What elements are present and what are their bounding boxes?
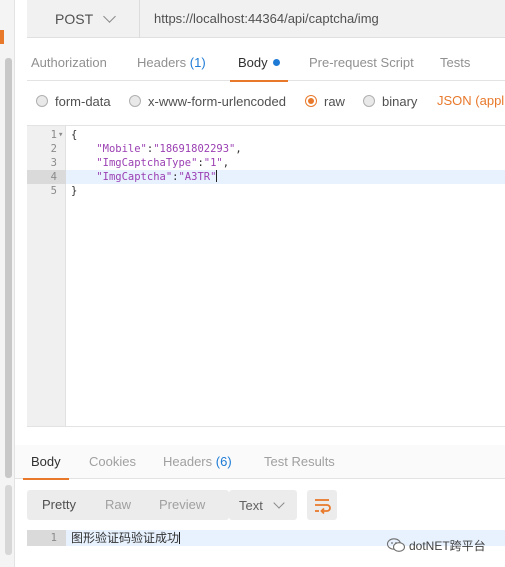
view-pretty-button[interactable]: Pretty: [42, 490, 76, 520]
json-comma: ,: [222, 157, 230, 169]
resp-tab-test-results[interactable]: Test Results: [264, 445, 335, 479]
tab-pre-request-script[interactable]: Pre-request Script: [309, 44, 414, 81]
line-number: 4: [50, 171, 57, 183]
tab-label: Test Results: [264, 454, 335, 469]
radio-button[interactable]: [129, 95, 141, 107]
radio-button-selected[interactable]: [305, 95, 317, 107]
tab-label: Pre-request Script: [309, 55, 414, 70]
request-scrollbar[interactable]: [5, 58, 12, 478]
view-preview-button[interactable]: Preview: [159, 490, 205, 520]
tab-label: Headers: [163, 454, 213, 469]
code-text: "ImgCaptcha":"A3TR": [71, 170, 218, 184]
line-number: 3: [50, 157, 57, 169]
code-text: {: [71, 129, 78, 141]
json-comma: ,: [235, 143, 242, 155]
code-text: }: [71, 185, 78, 197]
watermark: dotNET跨平台: [386, 537, 486, 553]
json-value: "18691802293": [153, 143, 236, 155]
format-label: Text: [239, 497, 263, 513]
line-number: 1: [50, 129, 57, 141]
url-bar: POST https://localhost:44364/api/captcha…: [27, 0, 505, 38]
code-line-active: 4 "ImgCaptcha":"A3TR": [27, 170, 505, 184]
response-body-text: 图形验证码验证成功: [71, 530, 181, 546]
wrap-lines-icon: [315, 499, 331, 515]
response-text: 图形验证码验证成功: [71, 531, 180, 545]
code-line: 5 }: [27, 184, 505, 198]
chevron-down-icon: [273, 496, 285, 509]
content-type-select[interactable]: JSON (applic: [437, 88, 505, 114]
radio-label: form-data: [55, 93, 111, 109]
tab-label: Body: [31, 454, 61, 469]
response-view-toolbar: Pretty Raw Preview Text: [15, 480, 505, 530]
watermark-text: dotNET跨平台: [409, 538, 486, 553]
json-key: "ImgCaptchaType": [96, 157, 198, 169]
wechat-icon: [386, 538, 406, 552]
radio-label: binary: [382, 93, 418, 109]
headers-count: (6): [215, 454, 232, 469]
headers-count: (1): [189, 55, 206, 70]
radio-binary[interactable]: binary: [363, 88, 417, 114]
tab-authorization[interactable]: Authorization: [31, 44, 107, 81]
code-text: "ImgCaptchaType":"1",: [71, 156, 229, 170]
text-cursor: [179, 532, 181, 544]
radio-form-data[interactable]: form-data: [36, 88, 111, 114]
response-scrollbar[interactable]: [5, 485, 12, 555]
url-input[interactable]: https://localhost:44364/api/captcha/img: [154, 0, 379, 38]
text-cursor: [216, 170, 218, 182]
fold-arrow-icon[interactable]: ▾: [58, 128, 63, 142]
left-sidebar-strip: [0, 0, 15, 567]
format-select[interactable]: Text: [229, 490, 297, 520]
json-key: "Mobile": [96, 143, 147, 155]
line-number: 2: [50, 143, 57, 155]
code-text: "Mobile":"18691802293",: [71, 142, 242, 156]
line-number: 1: [50, 532, 57, 544]
tab-label: Tests: [440, 55, 471, 70]
response-tabs: Body Cookies Headers (6) Test Results: [15, 445, 505, 480]
request-body-editor[interactable]: 1 ▾ { 2 "Mobile":"18691802293", 3 "ImgCa…: [27, 125, 505, 427]
json-value: "A3TR": [178, 171, 217, 183]
modified-dot-icon: [272, 59, 280, 66]
wrap-lines-button[interactable]: [307, 490, 337, 520]
view-raw-button[interactable]: Raw: [105, 490, 131, 520]
body-type-options: form-data x-www-form-urlencoded raw bina…: [27, 88, 505, 114]
resp-tab-headers[interactable]: Headers (6): [163, 445, 232, 479]
code-line: 1 ▾ {: [27, 128, 505, 142]
radio-raw[interactable]: raw: [305, 88, 345, 114]
radio-x-www-form-urlencoded[interactable]: x-www-form-urlencoded: [129, 88, 286, 114]
code-line: 3 "ImgCaptchaType":"1",: [27, 156, 505, 170]
json-key: "ImgCaptcha": [96, 171, 173, 183]
code-line: 2 "Mobile":"18691802293",: [27, 142, 505, 156]
line-number: 5: [50, 185, 57, 197]
tab-label: Cookies: [89, 454, 136, 469]
tab-label: Body: [238, 55, 268, 70]
method-select[interactable]: POST: [27, 0, 140, 38]
json-value: "1": [203, 157, 223, 169]
view-mode-group: Pretty Raw Preview: [27, 490, 229, 520]
tab-body[interactable]: Body: [230, 44, 288, 82]
request-tabs: Authorization Headers (1) Body Pre-reque…: [27, 44, 505, 82]
tab-tests[interactable]: Tests: [440, 44, 470, 81]
tab-headers[interactable]: Headers (1): [137, 44, 206, 81]
radio-button[interactable]: [36, 95, 48, 107]
sidebar-accent: [0, 30, 4, 44]
tab-label: Authorization: [31, 55, 107, 70]
radio-button[interactable]: [363, 95, 375, 107]
radio-label: raw: [324, 93, 345, 109]
resp-tab-cookies[interactable]: Cookies: [89, 445, 136, 479]
tab-label: Headers: [137, 55, 187, 70]
active-tab-indicator: [230, 80, 288, 82]
resp-tab-body[interactable]: Body: [23, 445, 69, 480]
method-label: POST: [55, 11, 94, 27]
radio-label: x-www-form-urlencoded: [148, 93, 286, 109]
chevron-down-icon: [103, 9, 116, 23]
